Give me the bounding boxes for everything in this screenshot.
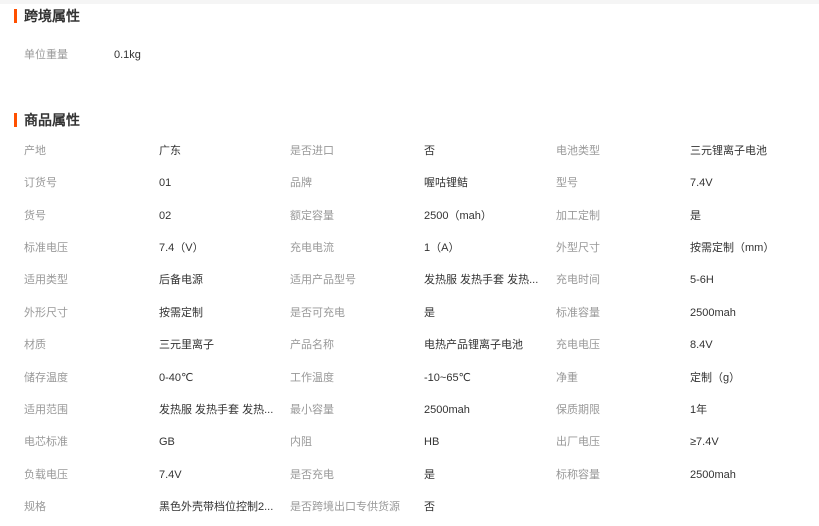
attr-label: 最小容量 (290, 404, 334, 416)
attr-label: 电池类型 (556, 145, 600, 157)
attr-label: 负载电压 (24, 469, 68, 481)
attr-label: 适用类型 (24, 274, 68, 286)
attr-value: 2500mah (424, 404, 470, 416)
attr-label: 订货号 (24, 177, 57, 189)
attr-value: 定制（g） (690, 372, 741, 384)
attr-value: HB (424, 436, 440, 448)
attr-value: 是 (690, 210, 701, 222)
attr-label: 净重 (556, 372, 578, 384)
attr-label: 外型尺寸 (556, 242, 600, 254)
attr-label: 工作温度 (290, 372, 334, 384)
attr-label: 内阻 (290, 436, 312, 448)
attr-value: 按需定制 (159, 307, 203, 319)
attr-label: 产品名称 (290, 339, 334, 351)
attr-label: 标称容量 (556, 469, 600, 481)
attr-value: 按需定制（mm） (690, 242, 775, 254)
attr-value: 电热产品锂离子电池 (424, 339, 523, 351)
attr-label: 加工定制 (556, 210, 600, 222)
section-accent-bar (14, 113, 17, 127)
attr-label: 型号 (556, 177, 578, 189)
attr-value: 5-6H (690, 274, 714, 286)
attr-value-unit-weight: 0.1kg (114, 49, 141, 61)
attr-value: -10~65℃ (424, 372, 471, 384)
cross-border-section-title: 跨境属性 (14, 8, 80, 24)
attr-value: 发热服 发热手套 发热... (159, 404, 274, 416)
attr-label: 额定容量 (290, 210, 334, 222)
attr-label: 保质期限 (556, 404, 600, 416)
attr-label: 适用产品型号 (290, 274, 356, 286)
attr-value: 发热服 发热手套 发热... (424, 274, 539, 286)
product-title-text: 商品属性 (24, 112, 80, 128)
attr-value: 黑色外壳带档位控制2... (159, 501, 274, 513)
attr-value: 2500mah (690, 469, 736, 481)
attr-value: 否 (424, 145, 435, 157)
attr-value: 喔咕锂鲒 (424, 177, 468, 189)
attr-label: 品牌 (290, 177, 312, 189)
attr-label: 是否可充电 (290, 307, 345, 319)
attr-value: 否 (424, 501, 435, 513)
attr-label: 货号 (24, 210, 46, 222)
section-accent-bar (14, 9, 17, 23)
attr-value: 0-40℃ (159, 372, 194, 384)
attr-label: 储存温度 (24, 372, 68, 384)
attr-value: 2500mah (690, 307, 736, 319)
attr-label: 充电电压 (556, 339, 600, 351)
attr-value: 后备电源 (159, 274, 203, 286)
attr-label: 标准容量 (556, 307, 600, 319)
product-section-title: 商品属性 (14, 112, 80, 128)
attr-label: 材质 (24, 339, 46, 351)
attr-label: 出厂电压 (556, 436, 600, 448)
attr-value: 1（A） (424, 242, 460, 254)
attr-value: 三元里离子 (159, 339, 214, 351)
cross-border-title-text: 跨境属性 (24, 8, 80, 24)
attr-label: 适用范围 (24, 404, 68, 416)
attr-label: 外形尺寸 (24, 307, 68, 319)
attr-label: 充电时间 (556, 274, 600, 286)
attr-value: ≥7.4V (690, 436, 719, 448)
attr-value: 是 (424, 307, 435, 319)
attr-value: GB (159, 436, 175, 448)
attr-label: 是否充电 (290, 469, 334, 481)
attr-label: 充电电流 (290, 242, 334, 254)
attr-value: 02 (159, 210, 172, 222)
attr-label: 产地 (24, 145, 46, 157)
attr-value: 三元锂离子电池 (690, 145, 767, 157)
attr-label: 是否跨境出口专供货源 (290, 501, 400, 513)
attr-value: 2500（mah） (424, 210, 492, 222)
attr-value: 7.4V (690, 177, 713, 189)
attr-label: 电芯标准 (24, 436, 68, 448)
top-divider (0, 0, 819, 4)
attr-value: 7.4（V） (159, 242, 204, 254)
attr-value: 是 (424, 469, 435, 481)
attr-value: 1年 (690, 404, 708, 416)
attr-label: 标准电压 (24, 242, 68, 254)
attr-label: 规格 (24, 501, 46, 513)
attr-value: 广东 (159, 145, 181, 157)
attr-value: 7.4V (159, 469, 182, 481)
attr-value: 8.4V (690, 339, 713, 351)
attr-value: 01 (159, 177, 172, 189)
attr-label: 是否进口 (290, 145, 334, 157)
